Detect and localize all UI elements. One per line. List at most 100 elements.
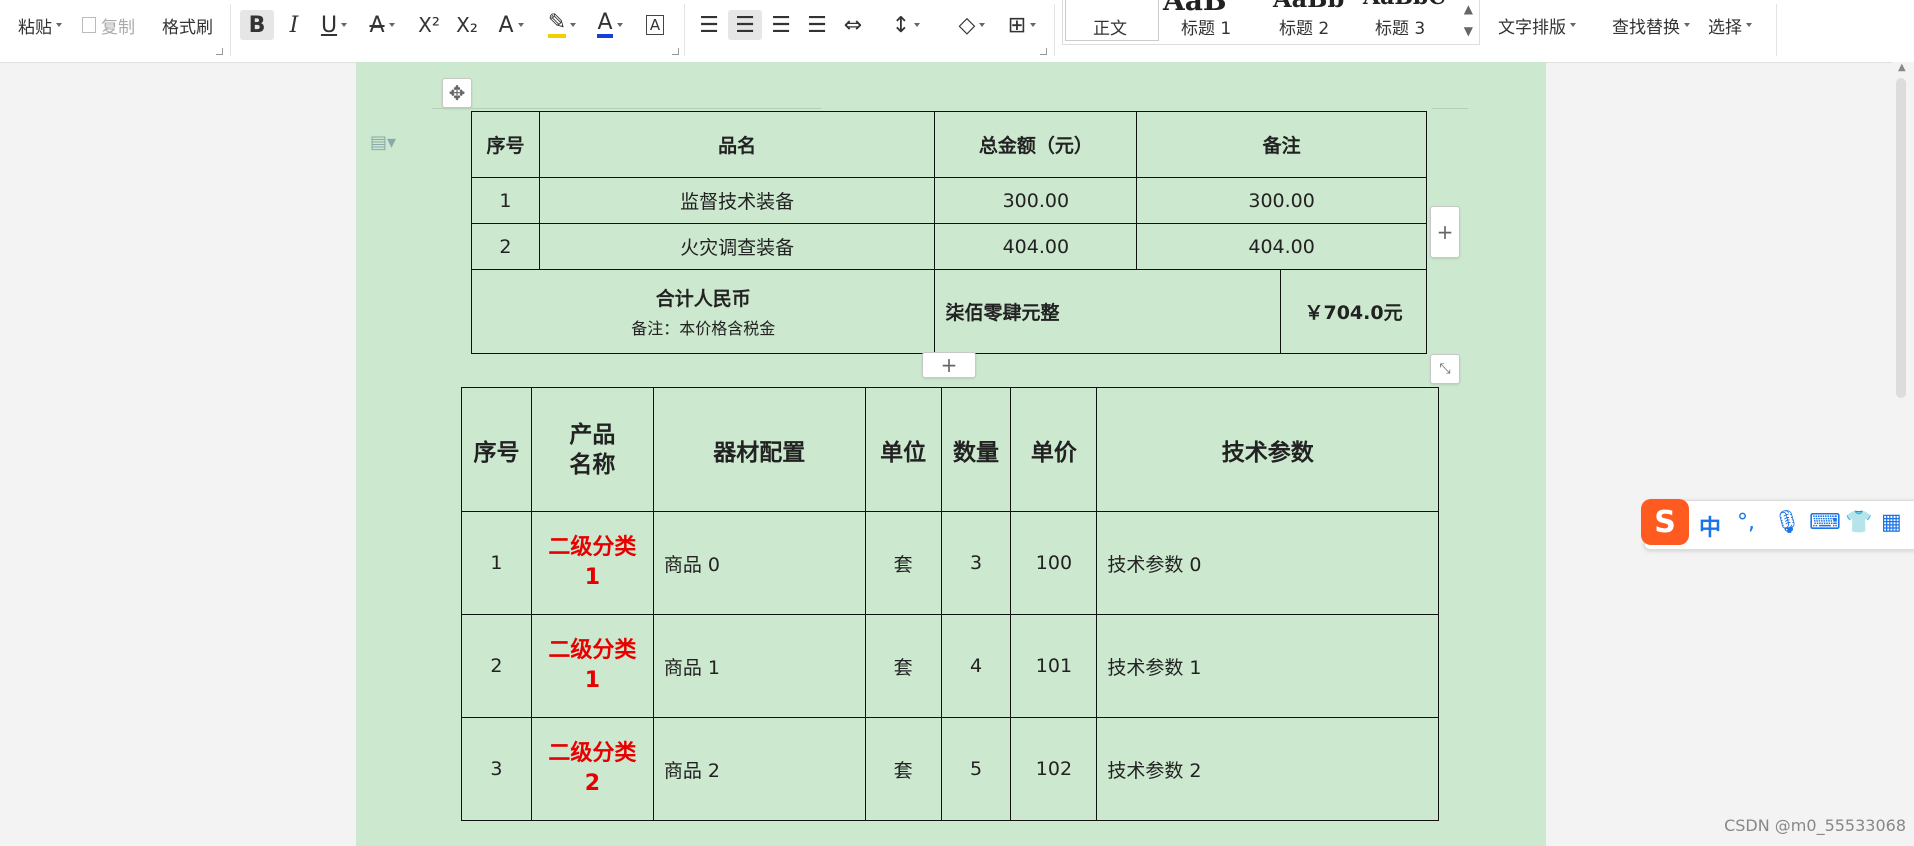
table-cell: 3 — [940, 511, 1012, 615]
font-color-icon[interactable]: A — [590, 10, 630, 40]
microphone-icon[interactable]: 🎙 — [1773, 510, 1801, 535]
header-unit: 单位 — [864, 387, 942, 512]
scroll-up-icon[interactable]: ▲ — [1898, 62, 1906, 73]
total-in-words: 柒佰零肆元整 — [934, 269, 1282, 354]
align-left-icon[interactable]: ☰ — [694, 10, 724, 40]
ime-language-toggle[interactable]: 中 — [1699, 510, 1721, 542]
header-total-amount: 总金额（元） — [934, 111, 1138, 178]
toolbar-separator — [230, 4, 231, 56]
table-cell: 商品 0 — [652, 511, 866, 615]
table-cell: 套 — [864, 614, 942, 718]
table-move-icon[interactable]: ✥ — [442, 78, 472, 108]
find-replace-button[interactable]: 查找替换 — [1612, 12, 1690, 38]
table-cell: 102 — [1010, 717, 1098, 821]
table-cell: 技术参数 0 — [1096, 511, 1439, 615]
style-heading2-label[interactable]: 标题 2 — [1279, 14, 1329, 39]
ribbon-toolbar: 粘贴 复制 格式刷 B I U A X² X₂ A ✎ A A ☰ ☰ ☰ ☰ … — [0, 0, 1914, 63]
table-cell: 100 — [1010, 511, 1098, 615]
table-resize-icon[interactable]: ⤡ — [1430, 354, 1460, 384]
header-product-name-text: 产品名称 — [569, 421, 616, 478]
rule-line — [1432, 108, 1468, 109]
table-cell: 5 — [940, 717, 1012, 821]
rule-line — [432, 108, 822, 109]
table-cell: 4 — [940, 614, 1012, 718]
document-page[interactable]: ✥ ▤▾ 序号 品名 总金额（元） 备注 1 监督技术装备 300.00 300… — [356, 62, 1546, 846]
paragraph-options-icon[interactable]: ▤▾ — [370, 132, 396, 153]
ime-toolbar[interactable]: S 中 °, 🎙 ⌨ 👕 ▦ — [1641, 499, 1914, 550]
total-label: 合计人民币 — [655, 288, 751, 310]
strikethrough-icon[interactable]: A — [362, 10, 402, 40]
style-scroll-down-icon[interactable]: ▼ — [1464, 24, 1473, 38]
line-spacing-icon[interactable]: ↕ — [884, 10, 928, 40]
table-row: 序号 产品名称 器材配置 单位 数量 单价 技术参数 — [461, 387, 1439, 512]
total-amount: ￥704.0元 — [1280, 269, 1427, 354]
header-tech-params: 技术参数 — [1096, 387, 1439, 512]
toolbox-icon[interactable]: ▦ — [1881, 510, 1902, 535]
table-cell: 3 — [461, 717, 532, 821]
header-unit-price: 单价 — [1010, 387, 1098, 512]
style-heading1-label[interactable]: 标题 1 — [1181, 14, 1231, 39]
table-row: 1 二级分类1 商品 0 套 3 100 技术参数 0 — [461, 511, 1439, 615]
table-cell: 2 — [461, 614, 532, 718]
header-item-name: 品名 — [538, 111, 936, 178]
format-painter-button[interactable]: 格式刷 — [162, 12, 213, 38]
category-cell: 二级分类2 — [530, 717, 654, 821]
align-right-icon[interactable]: ☰ — [766, 10, 796, 40]
justify-icon[interactable]: ☰ — [802, 10, 832, 40]
style-heading3-label[interactable]: 标题 3 — [1375, 14, 1425, 39]
skin-icon[interactable]: 👕 — [1845, 510, 1872, 535]
total-label-cell: 合计人民币 备注：本价格含税金 — [470, 269, 936, 354]
align-center-icon[interactable]: ☰ — [728, 10, 762, 40]
table-cell: 技术参数 2 — [1096, 717, 1439, 821]
watermark: CSDN @m0_55533068 — [1724, 816, 1906, 835]
subscript-icon[interactable]: X₂ — [450, 10, 484, 40]
table-cell: 技术参数 1 — [1096, 614, 1439, 718]
style-scroll-up-icon[interactable]: ▲ — [1464, 2, 1473, 16]
category-label: 二级分类1 — [548, 535, 637, 590]
text-effect-icon[interactable]: A — [490, 10, 532, 40]
table-cell: 2 — [471, 223, 540, 270]
header-index: 序号 — [471, 111, 540, 178]
category-label: 二级分类2 — [548, 741, 637, 796]
scrollbar-thumb[interactable] — [1896, 78, 1906, 398]
style-preview-heading2: AaBb — [1273, 0, 1344, 13]
text-layout-button[interactable]: 文字排版 — [1498, 12, 1576, 38]
distributed-align-icon[interactable]: ⇔ — [838, 10, 868, 40]
clipboard-group-launcher[interactable] — [216, 48, 223, 55]
bold-icon[interactable]: B — [240, 10, 274, 40]
borders-icon[interactable]: ⊞ — [1000, 10, 1044, 40]
highlight-icon[interactable]: ✎ — [540, 10, 584, 40]
paragraph-group-launcher[interactable] — [1040, 48, 1047, 55]
add-column-icon[interactable]: + — [1430, 206, 1460, 258]
vertical-scrollbar[interactable]: ▲ — [1892, 62, 1914, 846]
underline-icon[interactable]: U — [314, 10, 354, 40]
category-cell: 二级分类1 — [530, 614, 654, 718]
superscript-icon[interactable]: X² — [412, 10, 446, 40]
char-border-icon[interactable]: A — [640, 10, 670, 40]
shading-icon[interactable]: ◇ — [950, 10, 994, 40]
ime-punctuation-toggle[interactable]: °, — [1737, 510, 1755, 535]
select-button[interactable]: 选择 — [1708, 12, 1752, 38]
sogou-logo-icon[interactable]: S — [1641, 499, 1689, 545]
toolbar-separator — [1776, 4, 1777, 56]
header-product-name: 产品名称 — [530, 387, 654, 512]
table-cell: 套 — [864, 717, 942, 821]
copy-icon — [82, 17, 96, 33]
table-cell: 监督技术装备 — [538, 177, 936, 224]
summary-table: 序号 品名 总金额（元） 备注 1 监督技术装备 300.00 300.00 2… — [470, 111, 1427, 354]
header-quantity: 数量 — [940, 387, 1012, 512]
table-cell: 1 — [461, 511, 532, 615]
copy-button[interactable]: 复制 — [82, 12, 135, 38]
paste-button[interactable]: 粘贴 — [18, 12, 62, 38]
italic-icon[interactable]: I — [280, 10, 308, 40]
copy-label: 复制 — [101, 17, 135, 38]
toolbar-separator — [1054, 4, 1055, 56]
table-row: 2 火灾调查装备 404.00 404.00 — [471, 223, 1427, 270]
font-group-launcher[interactable] — [672, 48, 679, 55]
table-row: 1 监督技术装备 300.00 300.00 — [471, 177, 1427, 224]
category-cell: 二级分类1 — [530, 511, 654, 615]
style-normal-label: 正文 — [1093, 19, 1127, 39]
keyboard-icon[interactable]: ⌨ — [1809, 510, 1841, 535]
add-row-icon[interactable]: + — [922, 352, 976, 378]
category-label: 二级分类1 — [548, 638, 637, 693]
